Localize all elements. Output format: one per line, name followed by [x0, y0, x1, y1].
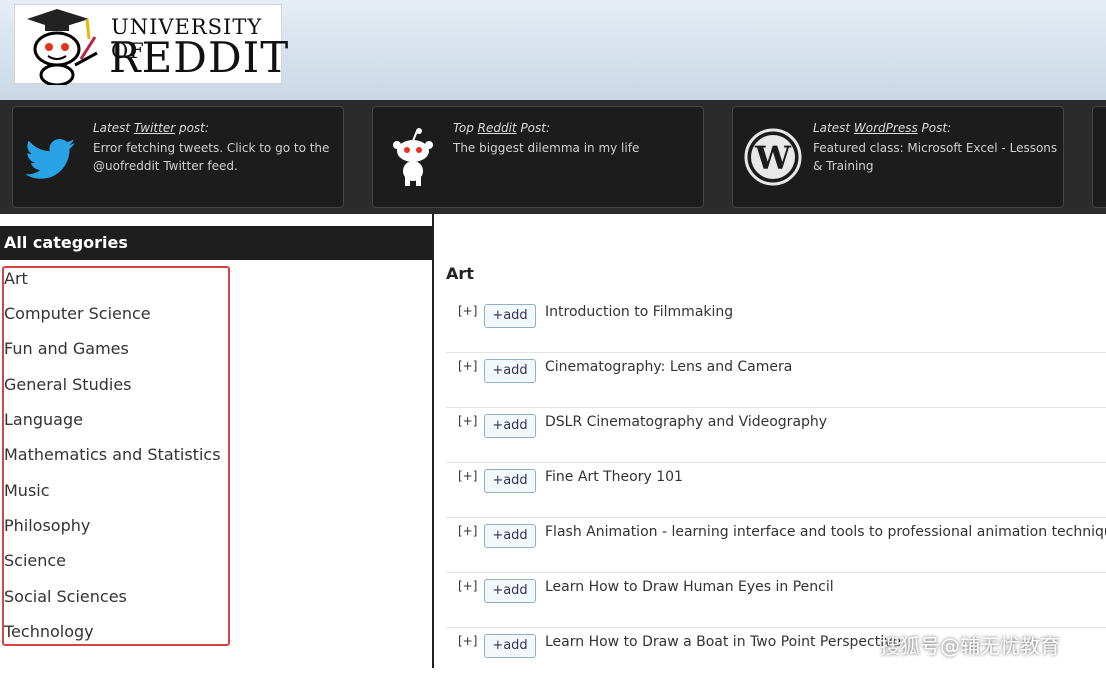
expand-toggle[interactable]: [+]: [458, 524, 477, 538]
expand-toggle[interactable]: [+]: [458, 304, 477, 318]
feed-text[interactable]: The biggest dilemma in my life: [453, 139, 703, 157]
category-link[interactable]: Art: [4, 269, 28, 288]
svg-text:W: W: [754, 139, 792, 177]
reddit-alien-icon: [393, 128, 433, 186]
next-feed-panel[interactable]: [1092, 106, 1106, 208]
category-link[interactable]: Computer Science: [4, 304, 151, 323]
feed-text[interactable]: Featured class: Microsoft Excel - Lesson…: [813, 139, 1063, 175]
category-link[interactable]: Language: [4, 410, 83, 429]
watermark-text: 搜狐号@辅无忧教育: [880, 634, 1060, 658]
expand-toggle[interactable]: [+]: [458, 579, 477, 593]
feed-title: Latest Twitter post:: [93, 121, 209, 135]
expand-toggle[interactable]: [+]: [458, 414, 477, 428]
twitter-bird-icon: [25, 139, 75, 179]
category-link[interactable]: Fun and Games: [4, 339, 129, 358]
sidebar-header: All categories: [0, 226, 432, 260]
reddit-link[interactable]: Reddit: [478, 121, 517, 135]
category-link[interactable]: Social Sciences: [4, 587, 127, 606]
feed-strip: Latest Twitter post: Error fetching twee…: [0, 100, 1106, 214]
category-link[interactable]: Science: [4, 551, 66, 570]
category-link[interactable]: General Studies: [4, 375, 132, 394]
expand-toggle[interactable]: [+]: [458, 634, 477, 648]
class-row: [+] +add Flash Animation - learning inte…: [446, 518, 1106, 573]
category-link[interactable]: Technology: [4, 622, 94, 641]
class-row: [+] +add Introduction to Filmmaking: [446, 298, 1106, 353]
class-title-link[interactable]: Fine Art Theory 101: [545, 469, 683, 485]
class-row: [+] +add Cinematography: Lens and Camera: [446, 353, 1106, 408]
add-class-button[interactable]: +add: [484, 359, 536, 383]
feed-text[interactable]: Error fetching tweets. Click to go to th…: [93, 139, 343, 175]
wordpress-feed-panel[interactable]: W Latest WordPress Post: Featured class:…: [732, 106, 1064, 208]
category-link[interactable]: Philosophy: [4, 516, 90, 535]
reddit-graduate-mascot-icon: [27, 9, 98, 85]
category-sidebar: All categories Art Computer Science Fun …: [0, 214, 434, 668]
category-link[interactable]: Music: [4, 481, 50, 500]
category-link[interactable]: Mathematics and Statistics: [4, 445, 221, 464]
class-title-link[interactable]: Flash Animation - learning interface and…: [545, 524, 1106, 540]
class-title-link[interactable]: Learn How to Draw a Boat in Two Point Pe…: [545, 634, 901, 650]
site-header: UNIVERSITY OF REDDIT: [0, 0, 1106, 100]
add-class-button[interactable]: +add: [484, 304, 536, 328]
add-class-button[interactable]: +add: [484, 634, 536, 658]
class-row: [+] +add Fine Art Theory 101: [446, 463, 1106, 518]
reddit-feed-panel[interactable]: Top Reddit Post: The biggest dilemma in …: [372, 106, 704, 208]
class-title-link[interactable]: DSLR Cinematography and Videography: [545, 414, 827, 430]
section-title: Art: [446, 264, 474, 283]
add-class-button[interactable]: +add: [484, 414, 536, 438]
feed-title: Latest WordPress Post:: [813, 121, 952, 135]
class-row: [+] +add DSLR Cinematography and Videogr…: [446, 408, 1106, 463]
class-title-link[interactable]: Introduction to Filmmaking: [545, 304, 733, 320]
class-list-panel: Art [+] +add Introduction to Filmmaking …: [434, 214, 1106, 668]
add-class-button[interactable]: +add: [484, 469, 536, 493]
logo-reddit-text: REDDIT: [109, 33, 290, 82]
wordpress-link[interactable]: WordPress: [854, 121, 918, 135]
twitter-link[interactable]: Twitter: [134, 121, 175, 135]
twitter-feed-panel[interactable]: Latest Twitter post: Error fetching twee…: [12, 106, 344, 208]
class-row: [+] +add Learn How to Draw Human Eyes in…: [446, 573, 1106, 628]
add-class-button[interactable]: +add: [484, 579, 536, 603]
expand-toggle[interactable]: [+]: [458, 359, 477, 373]
site-logo[interactable]: UNIVERSITY OF REDDIT: [14, 4, 288, 85]
add-class-button[interactable]: +add: [484, 524, 536, 548]
class-title-link[interactable]: Cinematography: Lens and Camera: [545, 359, 792, 375]
feed-title: Top Reddit Post:: [453, 121, 551, 135]
wordpress-icon: W: [744, 128, 802, 186]
expand-toggle[interactable]: [+]: [458, 469, 477, 483]
class-title-link[interactable]: Learn How to Draw Human Eyes in Pencil: [545, 579, 834, 595]
